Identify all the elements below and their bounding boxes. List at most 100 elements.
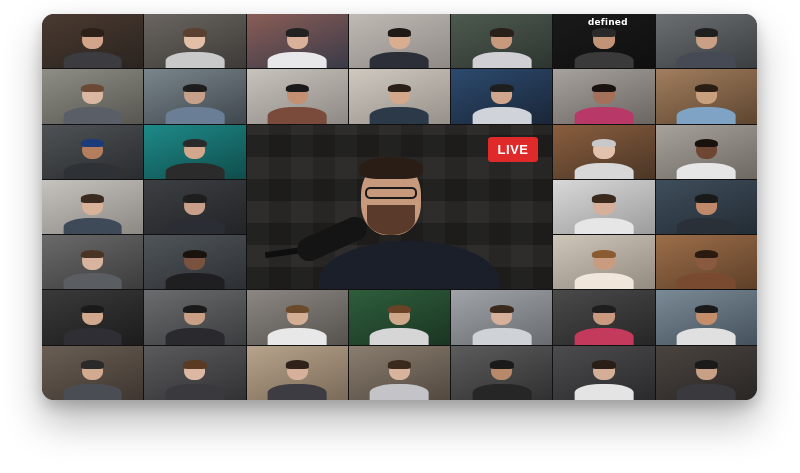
participant-hair (592, 194, 616, 203)
participant-body (574, 52, 634, 69)
participant-tile[interactable] (42, 290, 144, 345)
featured-speaker-video[interactable]: LIVE (246, 124, 553, 290)
participant-hair (80, 28, 105, 37)
participant-tile[interactable] (655, 14, 757, 69)
participant-tile[interactable] (348, 290, 451, 345)
participant-tile[interactable] (655, 124, 757, 179)
participant-body (267, 52, 327, 69)
participant-hair (285, 304, 309, 314)
participant-body (370, 328, 429, 345)
participant-tile[interactable] (144, 14, 246, 69)
participant-tile[interactable] (451, 14, 553, 69)
participant-tile[interactable]: defined (553, 14, 655, 69)
participant-hair (694, 304, 719, 314)
participant-body (63, 107, 123, 124)
participant-hair (285, 360, 309, 369)
participant-body (472, 328, 532, 345)
participant-hair (183, 304, 207, 314)
participant-tile[interactable] (144, 290, 246, 345)
participant-hair (183, 28, 207, 37)
participant-tile[interactable] (553, 290, 655, 345)
participant-body (165, 52, 225, 69)
participant-tile[interactable] (42, 235, 144, 290)
participant-body (370, 52, 429, 69)
participant-tile[interactable] (348, 14, 451, 69)
participant-body (472, 383, 532, 400)
participant-body (676, 383, 736, 400)
participant-tile[interactable] (348, 345, 451, 400)
participant-tile[interactable] (553, 235, 655, 290)
participant-body (574, 383, 634, 400)
participant-tile[interactable] (655, 345, 757, 400)
participant-hair (592, 138, 616, 148)
participant-tile[interactable] (144, 235, 246, 290)
participant-avatar (267, 83, 327, 124)
participant-tile[interactable] (553, 69, 655, 124)
participant-hair (80, 138, 105, 148)
participant-tile[interactable] (246, 69, 348, 124)
participant-tile[interactable] (553, 345, 655, 400)
participant-avatar (370, 304, 429, 345)
participant-hair (694, 249, 719, 258)
participant-body (165, 273, 225, 290)
participant-tile[interactable] (42, 69, 144, 124)
participant-tile[interactable] (42, 179, 144, 235)
participant-tile[interactable] (144, 69, 246, 124)
participant-body (165, 328, 225, 345)
live-badge: LIVE (487, 136, 539, 162)
participant-hair (694, 194, 719, 203)
participant-tile[interactable] (553, 179, 655, 235)
participant-tile[interactable] (42, 124, 144, 179)
participant-avatar (370, 83, 429, 124)
participant-body (165, 383, 225, 400)
participant-hair (387, 304, 412, 314)
participant-tile[interactable] (553, 124, 655, 179)
participant-tile[interactable] (451, 290, 553, 345)
participant-tile[interactable] (655, 69, 757, 124)
participant-tile[interactable] (144, 345, 246, 400)
participant-hair (285, 83, 309, 93)
participant-avatar (472, 28, 532, 69)
participant-hair (592, 304, 616, 314)
participant-avatar (574, 138, 634, 179)
participant-avatar (574, 83, 634, 124)
participant-avatar (676, 28, 736, 69)
participant-tile[interactable] (144, 179, 246, 235)
participant-tile[interactable] (144, 124, 246, 179)
participant-hair (490, 360, 514, 369)
participant-tile[interactable] (348, 69, 451, 124)
participant-hair (592, 360, 616, 369)
participant-tile[interactable] (246, 14, 348, 69)
participant-tile[interactable] (246, 345, 348, 400)
participant-avatar (63, 83, 123, 124)
participant-hair (183, 360, 207, 369)
participant-body (63, 162, 123, 179)
participant-avatar (165, 138, 225, 179)
participant-avatar (676, 138, 736, 179)
participant-body (676, 52, 736, 69)
participant-avatar (165, 304, 225, 345)
participant-tile[interactable] (42, 14, 144, 69)
participant-avatar (370, 360, 429, 400)
participant-avatar (676, 83, 736, 124)
participant-hair (490, 304, 514, 314)
participant-hair (80, 194, 105, 203)
participant-avatar (63, 249, 123, 290)
participant-tile[interactable] (451, 345, 553, 400)
participant-hair (694, 138, 719, 148)
participant-body (574, 273, 634, 290)
participant-avatar (267, 360, 327, 400)
participant-hair (80, 249, 105, 258)
participant-tile[interactable] (246, 290, 348, 345)
participant-tile[interactable] (655, 179, 757, 235)
participant-tile[interactable] (42, 345, 144, 400)
participant-tile[interactable] (655, 290, 757, 345)
participant-avatar (370, 28, 429, 69)
participant-tile[interactable] (451, 69, 553, 124)
participant-hair (592, 28, 616, 37)
participant-avatar (267, 28, 327, 69)
background-sign-text: defined (587, 18, 628, 29)
participant-body (472, 52, 532, 69)
participant-tile[interactable] (655, 235, 757, 290)
participant-avatar (165, 28, 225, 69)
